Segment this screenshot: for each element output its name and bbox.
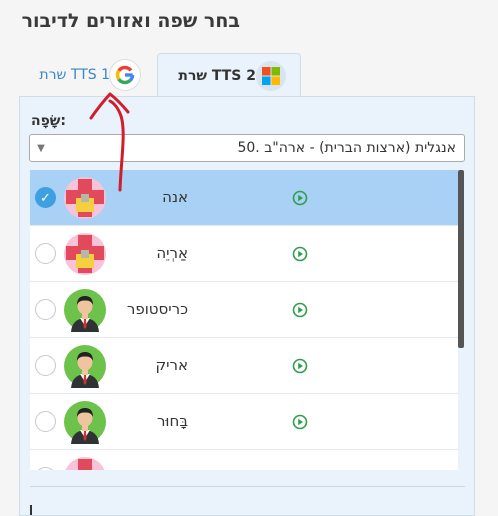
female-avatar-icon <box>65 457 105 470</box>
text-cursor <box>30 505 32 515</box>
tab-label: TTS 2 שרת <box>178 67 256 84</box>
play-icon[interactable] <box>292 246 308 262</box>
play-icon[interactable] <box>292 190 308 206</box>
language-select[interactable]: ▼ אנגלית (ארצות הברית) - ארה"ב .50 <box>29 134 465 162</box>
voice-row-guy[interactable]: בָּחוּר <box>30 394 458 450</box>
page-title: בחר שפה ואזורים לדיבור <box>21 10 240 32</box>
divider <box>30 486 465 487</box>
voice-row-christopher[interactable]: כריסטופר <box>30 282 458 338</box>
tab-label: TTS 1 שרת <box>39 67 110 83</box>
female-avatar-icon <box>64 177 106 219</box>
voice-radio[interactable] <box>35 411 56 432</box>
voice-name: אריק <box>155 356 189 374</box>
microsoft-icon <box>256 60 286 91</box>
voice-row-arieh[interactable]: אַרְיֵה <box>30 226 458 282</box>
check-icon[interactable]: ✓ <box>35 187 56 208</box>
tab-tts-server-1[interactable]: TTS 1 שרת <box>16 53 156 97</box>
voice-name: אַרְיֵה <box>156 244 188 262</box>
voice-row-anna[interactable]: ✓ אנה <box>30 170 458 226</box>
male-avatar-icon <box>64 345 106 388</box>
voice-name: כריסטופר <box>126 300 188 318</box>
voice-name: בָּחוּר <box>156 412 188 430</box>
voice-row-eric[interactable]: אריק <box>30 338 458 394</box>
play-icon[interactable] <box>292 302 308 318</box>
tab-tts-server-2[interactable]: TTS 2 שרת <box>157 53 301 97</box>
scrollbar-thumb[interactable] <box>458 170 464 348</box>
voice-radio[interactable] <box>35 299 56 320</box>
male-avatar-icon <box>64 289 106 332</box>
voice-row-partial[interactable] <box>30 450 458 470</box>
play-icon[interactable] <box>292 414 308 430</box>
dropdown-arrow-icon: ▼ <box>37 142 45 154</box>
female-avatar-icon <box>64 233 106 275</box>
google-icon <box>110 60 140 90</box>
voice-radio[interactable] <box>35 467 56 470</box>
voice-list[interactable]: ✓ אנה אַרְיֵה כריסטופר אריק בָּחוּר <box>30 170 458 470</box>
voice-radio[interactable] <box>35 243 56 264</box>
language-label: :שָׂפָה <box>30 113 66 129</box>
voice-radio[interactable] <box>35 355 56 376</box>
male-avatar-icon <box>64 401 106 444</box>
language-select-value: אנגלית (ארצות הברית) - ארה"ב .50 <box>237 140 456 156</box>
play-icon[interactable] <box>292 358 308 374</box>
voice-name: אנה <box>162 188 188 206</box>
